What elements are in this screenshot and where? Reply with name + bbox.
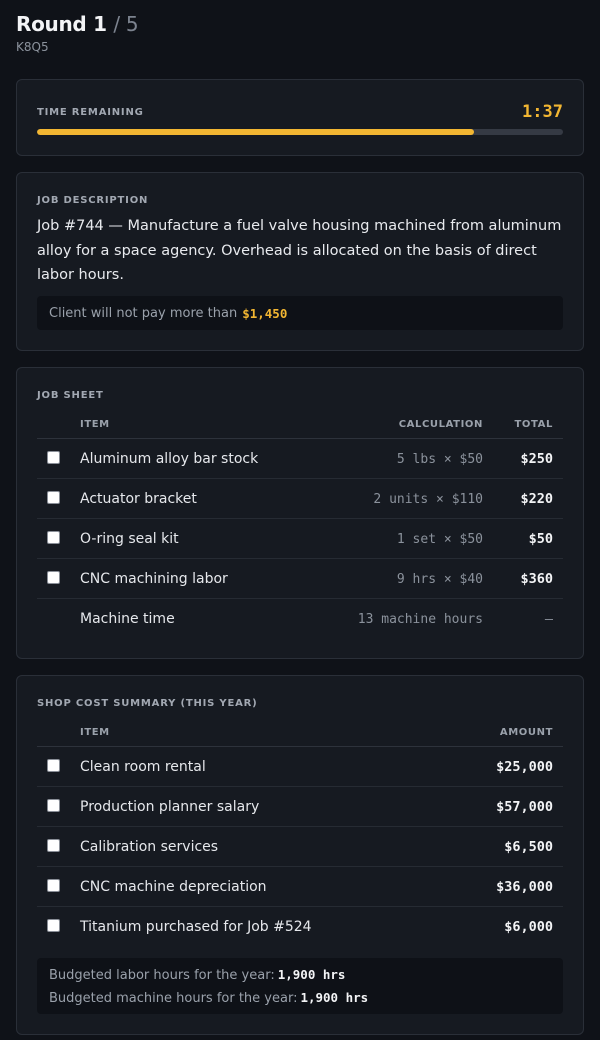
shop-cost-row: Titanium purchased for Job #524 $6,000 — [37, 907, 563, 947]
row-checkbox[interactable] — [47, 531, 60, 544]
budgeted-hours-box: Budgeted labor hours for the year: 1,900 … — [37, 958, 563, 1014]
timer-progress-bar — [37, 129, 563, 135]
row-checkbox[interactable] — [47, 759, 60, 772]
column-header-amount: AMOUNT — [499, 727, 553, 738]
budgeted-machine-hours: Budgeted machine hours for the year: 1,90… — [49, 987, 551, 1010]
timer-label: TIME REMAINING — [37, 107, 144, 118]
row-item: O-ring seal kit — [80, 531, 179, 547]
shop-cost-row: Calibration services $6,500 — [37, 827, 563, 867]
row-calculation: 13 machine hours — [357, 612, 483, 627]
row-calculation: 5 lbs × $50 — [396, 452, 483, 467]
budgeted-machine-value: 1,900 hrs — [300, 990, 369, 1005]
job-sheet-row: O-ring seal kit 1 set × $50 $50 — [37, 519, 563, 559]
row-calculation: 1 set × $50 — [396, 532, 483, 547]
job-description-text: Job #744 — Manufacture a fuel valve hous… — [37, 218, 562, 283]
round-title: Round 1 / 5 — [16, 12, 139, 36]
shop-cost-row: CNC machine depreciation $36,000 — [37, 867, 563, 907]
job-sheet-row: Machine time 13 machine hours — — [37, 599, 563, 639]
row-checkbox[interactable] — [47, 451, 60, 464]
job-sheet-table: ITEM CALCULATION TOTAL Aluminum alloy ba… — [37, 411, 563, 639]
timer-progress-fill — [37, 129, 474, 135]
timer-card: TIME REMAINING 1:37 — [16, 79, 584, 156]
row-total: $360 — [520, 571, 553, 587]
row-item: Calibration services — [80, 839, 219, 855]
column-header-total: TOTAL — [514, 419, 553, 430]
timer-value: 1:37 — [522, 102, 563, 122]
row-amount: $6,000 — [504, 919, 553, 935]
row-item: Machine time — [80, 611, 175, 627]
row-total: $250 — [520, 451, 553, 467]
job-sheet-header-row: ITEM CALCULATION TOTAL — [37, 411, 563, 439]
round-label: Round 1 — [16, 12, 107, 36]
column-header-calculation: CALCULATION — [398, 419, 483, 430]
row-item: Production planner salary — [80, 799, 260, 815]
budgeted-labor-value: 1,900 hrs — [277, 967, 346, 982]
row-checkbox[interactable] — [47, 491, 60, 504]
budgeted-labor-label: Budgeted labor hours for the year: — [49, 968, 275, 983]
row-item: Actuator bracket — [80, 491, 197, 507]
job-sheet-row: Aluminum alloy bar stock 5 lbs × $50 $250 — [37, 439, 563, 479]
row-amount: $25,000 — [496, 759, 553, 775]
row-total: — — [544, 611, 553, 627]
row-calculation: 2 units × $110 — [373, 492, 483, 507]
job-description-label: JOB DESCRIPTION — [37, 195, 149, 206]
job-sheet-row: Actuator bracket 2 units × $110 $220 — [37, 479, 563, 519]
job-sheet-label: JOB SHEET — [37, 390, 104, 401]
row-amount: $57,000 — [496, 799, 553, 815]
row-checkbox[interactable] — [47, 919, 60, 932]
shop-cost-row: Production planner salary $57,000 — [37, 787, 563, 827]
client-budget-box: Client will not pay more than $1,450 — [37, 296, 563, 330]
client-budget-label: Client will not pay more than — [49, 305, 238, 321]
row-amount: $36,000 — [496, 879, 553, 895]
job-sheet-card: JOB SHEET ITEM CALCULATION TOTAL Aluminu… — [16, 367, 584, 659]
budgeted-labor-hours: Budgeted labor hours for the year: 1,900 … — [49, 964, 551, 987]
round-total: / 5 — [113, 12, 139, 36]
shop-cost-header-row: ITEM AMOUNT — [37, 719, 563, 747]
row-item: Titanium purchased for Job #524 — [80, 919, 312, 935]
column-header-item: ITEM — [80, 727, 110, 738]
row-checkbox[interactable] — [47, 879, 60, 892]
column-header-item: ITEM — [80, 419, 110, 430]
row-total: $50 — [528, 531, 553, 547]
row-amount: $6,500 — [504, 839, 553, 855]
row-item: Clean room rental — [80, 759, 206, 775]
shop-cost-summary-label: SHOP COST SUMMARY (THIS YEAR) — [37, 698, 258, 709]
row-checkbox[interactable] — [47, 571, 60, 584]
shop-cost-table: ITEM AMOUNT Clean room rental $25,000 Prod… — [37, 719, 563, 947]
row-item: Aluminum alloy bar stock — [80, 451, 259, 467]
round-header: Round 1 / 5 K8Q5 — [16, 12, 139, 54]
row-item: CNC machine depreciation — [80, 879, 267, 895]
job-description-card: JOB DESCRIPTION Job #744 — Manufacture a… — [16, 172, 584, 351]
row-item: CNC machining labor — [80, 571, 228, 587]
budgeted-machine-label: Budgeted machine hours for the year: — [49, 991, 298, 1006]
row-total: $220 — [520, 491, 553, 507]
shop-cost-summary-card: SHOP COST SUMMARY (THIS YEAR) ITEM AMOUN… — [16, 675, 584, 1035]
row-calculation: 9 hrs × $40 — [396, 572, 483, 587]
client-budget-amount: $1,450 — [242, 305, 288, 321]
row-checkbox[interactable] — [47, 799, 60, 812]
row-checkbox[interactable] — [47, 839, 60, 852]
session-code: K8Q5 — [16, 40, 49, 54]
shop-cost-row: Clean room rental $25,000 — [37, 747, 563, 787]
job-sheet-row: CNC machining labor 9 hrs × $40 $360 — [37, 559, 563, 599]
